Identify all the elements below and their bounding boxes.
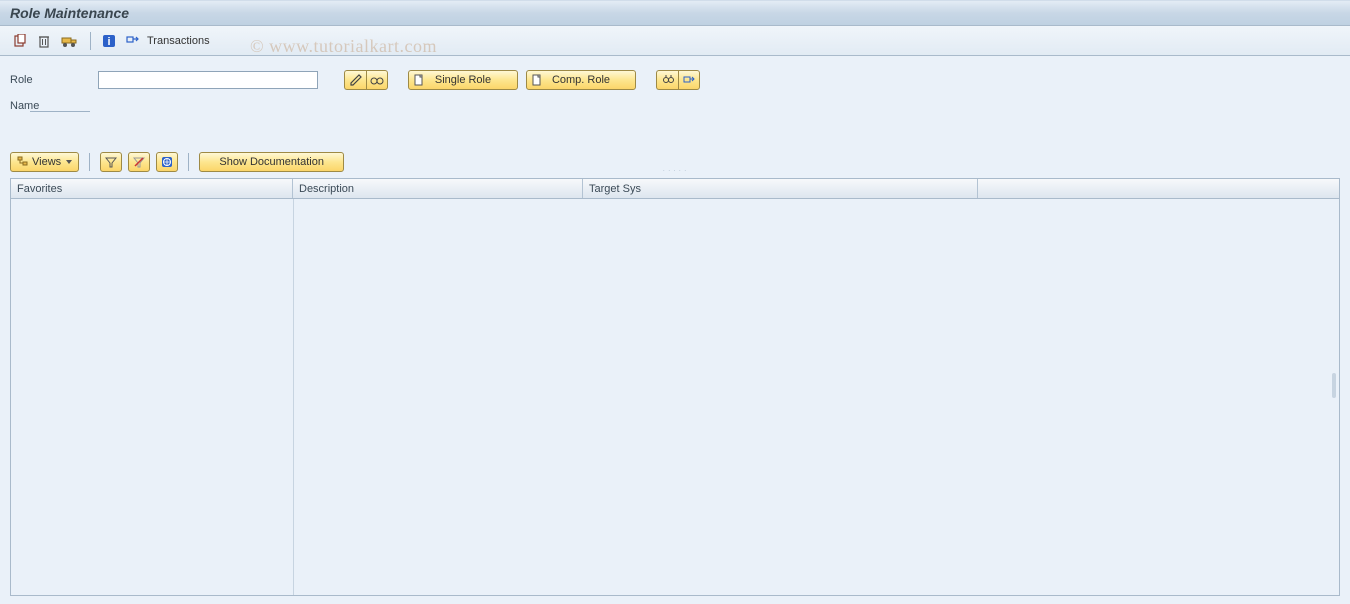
name-underline: [30, 98, 90, 112]
views-label: Views: [32, 156, 61, 168]
comp-role-label: Comp. Role: [552, 74, 610, 86]
filter-button[interactable]: [100, 152, 122, 172]
filter-delete-button[interactable]: [128, 152, 150, 172]
transactions-icon[interactable]: [123, 31, 143, 51]
table-header: Favorites Description Target Sys: [11, 179, 1339, 199]
favorites-table: Favorites Description Target Sys: [10, 178, 1340, 596]
copy-icon[interactable]: [10, 31, 30, 51]
column-header-target-sys[interactable]: Target Sys: [583, 179, 978, 198]
column-header-favorites[interactable]: Favorites: [11, 179, 293, 198]
dropdown-caret-icon: [66, 159, 72, 165]
single-role-label: Single Role: [435, 74, 491, 86]
form-area: Role Single Role Comp. Role: [0, 56, 1350, 128]
document-icon: [414, 74, 424, 86]
role-row: Role Single Role Comp. Role: [10, 68, 1340, 92]
toolbar-separator: [89, 153, 90, 171]
views-button[interactable]: Views: [10, 152, 79, 172]
application-toolbar: i Transactions: [0, 26, 1350, 56]
export-button[interactable]: [678, 70, 700, 90]
transport-icon[interactable]: [58, 31, 82, 51]
column-header-blank: [978, 179, 1339, 198]
table-body: [11, 199, 1339, 595]
edit-button[interactable]: [344, 70, 366, 90]
refresh-button[interactable]: [156, 152, 178, 172]
role-input[interactable]: [98, 71, 318, 89]
binoculars-icon: [662, 74, 674, 86]
search-button[interactable]: [656, 70, 678, 90]
delete-icon[interactable]: [34, 31, 54, 51]
search-export-pair: [656, 70, 700, 90]
title-bar: Role Maintenance: [0, 0, 1350, 26]
table-body-favorites-column: [11, 199, 293, 595]
column-header-description[interactable]: Description: [293, 179, 583, 198]
comp-role-button[interactable]: Comp. Role: [526, 70, 636, 90]
edit-display-pair: [344, 70, 388, 90]
filter-icon: [105, 156, 117, 168]
show-documentation-label: Show Documentation: [219, 156, 324, 168]
glasses-icon: [370, 74, 384, 86]
filter-clear-icon: [133, 156, 145, 168]
table-body-rest: [294, 199, 1339, 595]
document-icon: [532, 74, 542, 86]
pencil-icon: [350, 74, 362, 86]
show-documentation-button[interactable]: Show Documentation: [199, 152, 344, 172]
toolbar-separator: [90, 32, 91, 50]
export-icon: [683, 74, 695, 86]
display-button[interactable]: [366, 70, 388, 90]
tree-icon: [17, 156, 29, 168]
transactions-label[interactable]: Transactions: [147, 35, 210, 47]
name-row: Name: [10, 94, 1340, 118]
role-label: Role: [10, 74, 90, 86]
toolbar-separator: [188, 153, 189, 171]
globe-icon: [161, 156, 173, 168]
splitter-handle[interactable]: ∙ ∙ ∙ ∙ ∙: [663, 168, 687, 174]
page-title: Role Maintenance: [10, 5, 129, 21]
svg-text:i: i: [107, 36, 110, 48]
single-role-button[interactable]: Single Role: [408, 70, 518, 90]
scrollbar-handle[interactable]: [1332, 373, 1336, 398]
info-icon[interactable]: i: [99, 31, 119, 51]
